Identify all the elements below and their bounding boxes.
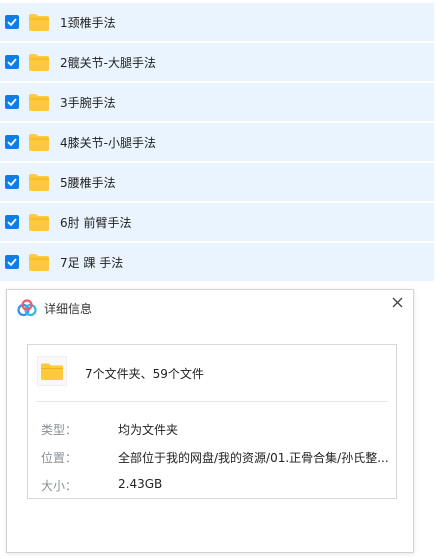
type-value: 均为文件夹 bbox=[118, 423, 179, 437]
file-name[interactable]: 4膝关节-小腿手法 bbox=[60, 134, 156, 151]
details-dialog: 详细信息 7个文件夹、59个文件 类型： 均为文件夹 位置： 全部位于我的网盘/… bbox=[6, 289, 414, 553]
close-button[interactable] bbox=[388, 293, 406, 311]
file-row-2[interactable]: 3手腕手法 bbox=[0, 83, 434, 121]
file-name[interactable]: 1颈椎手法 bbox=[60, 14, 116, 31]
divider bbox=[36, 401, 388, 402]
location-value[interactable]: 全部位于我的网盘/我的资源/01.正骨合集/孙氏整... bbox=[118, 449, 389, 466]
folder-icon bbox=[29, 133, 49, 151]
file-row-1[interactable]: 2髋关节-大腿手法 bbox=[0, 43, 434, 81]
checkbox-checked-icon[interactable] bbox=[5, 215, 19, 229]
close-icon[interactable] bbox=[392, 297, 403, 308]
size-label: 大小： bbox=[41, 479, 78, 493]
type-label: 类型： bbox=[41, 423, 78, 437]
file-row-5[interactable]: 6肘 前臂手法 bbox=[0, 203, 434, 241]
file-name[interactable]: 2髋关节-大腿手法 bbox=[60, 54, 156, 71]
file-name[interactable]: 7足 踝 手法 bbox=[60, 254, 123, 271]
selection-summary: 7个文件夹、59个文件 bbox=[85, 367, 204, 381]
file-row-6[interactable]: 7足 踝 手法 bbox=[0, 243, 434, 281]
folder-icon bbox=[29, 93, 49, 111]
details-panel: 7个文件夹、59个文件 类型： 均为文件夹 位置： 全部位于我的网盘/我的资源/… bbox=[27, 344, 397, 499]
baidu-netdisk-logo-icon bbox=[17, 299, 37, 317]
size-value: 2.43GB bbox=[118, 477, 163, 491]
folder-icon bbox=[29, 53, 49, 71]
location-label: 位置： bbox=[41, 451, 78, 465]
checkbox-checked-icon[interactable] bbox=[5, 175, 19, 189]
checkbox-checked-icon[interactable] bbox=[5, 255, 19, 269]
file-row-4[interactable]: 5腰椎手法 bbox=[0, 163, 434, 201]
checkbox-checked-icon[interactable] bbox=[5, 95, 19, 109]
folder-icon bbox=[37, 356, 67, 386]
checkbox-checked-icon[interactable] bbox=[5, 15, 19, 29]
folder-icon bbox=[29, 213, 49, 231]
file-name[interactable]: 5腰椎手法 bbox=[60, 174, 116, 191]
file-row-3[interactable]: 4膝关节-小腿手法 bbox=[0, 123, 434, 161]
checkbox-checked-icon[interactable] bbox=[5, 55, 19, 69]
file-row-0[interactable]: 1颈椎手法 bbox=[0, 3, 434, 41]
dialog-title: 详细信息 bbox=[44, 302, 93, 316]
folder-icon bbox=[29, 173, 49, 191]
file-name[interactable]: 6肘 前臂手法 bbox=[60, 214, 131, 231]
folder-icon bbox=[29, 13, 49, 31]
folder-icon bbox=[29, 253, 49, 271]
checkbox-checked-icon[interactable] bbox=[5, 135, 19, 149]
file-name[interactable]: 3手腕手法 bbox=[60, 94, 116, 111]
